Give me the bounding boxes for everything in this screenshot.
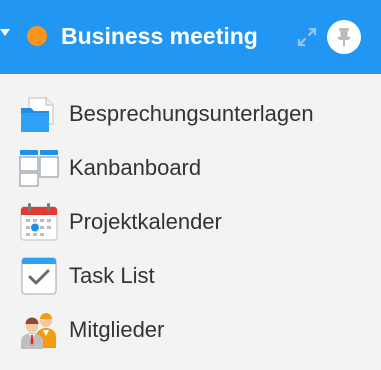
folder-icon (19, 94, 59, 134)
menu-item-label: Task List (69, 263, 155, 288)
expand-icon[interactable] (295, 25, 319, 49)
menu-item-projektkalender[interactable]: Projektkalender (19, 200, 359, 244)
project-panel: Business meeting Besprechungsunterlagen … (0, 0, 381, 370)
menu-item-kanbanboard[interactable]: Kanbanboard (19, 146, 359, 190)
pin-button[interactable] (327, 20, 361, 54)
pin-icon (337, 28, 351, 46)
project-header[interactable]: Business meeting (0, 0, 381, 74)
checklist-icon (19, 256, 59, 296)
menu-item-besprechungsunterlagen[interactable]: Besprechungsunterlagen (19, 92, 359, 136)
menu-item-label: Besprechungsunterlagen (69, 101, 314, 126)
status-dot (27, 26, 47, 46)
menu-item-task-list[interactable]: Task List (19, 254, 359, 298)
members-icon (19, 310, 59, 350)
menu-item-label: Kanbanboard (69, 155, 202, 180)
menu-item-label: Projektkalender (69, 209, 222, 234)
menu-item-label: Mitglieder (69, 317, 165, 342)
project-title[interactable]: Business meeting (61, 22, 258, 50)
calendar-icon (19, 202, 59, 242)
collapse-caret-icon[interactable] (0, 29, 10, 36)
menu-item-mitglieder[interactable]: Mitglieder (19, 308, 359, 352)
kanban-icon (19, 148, 59, 188)
